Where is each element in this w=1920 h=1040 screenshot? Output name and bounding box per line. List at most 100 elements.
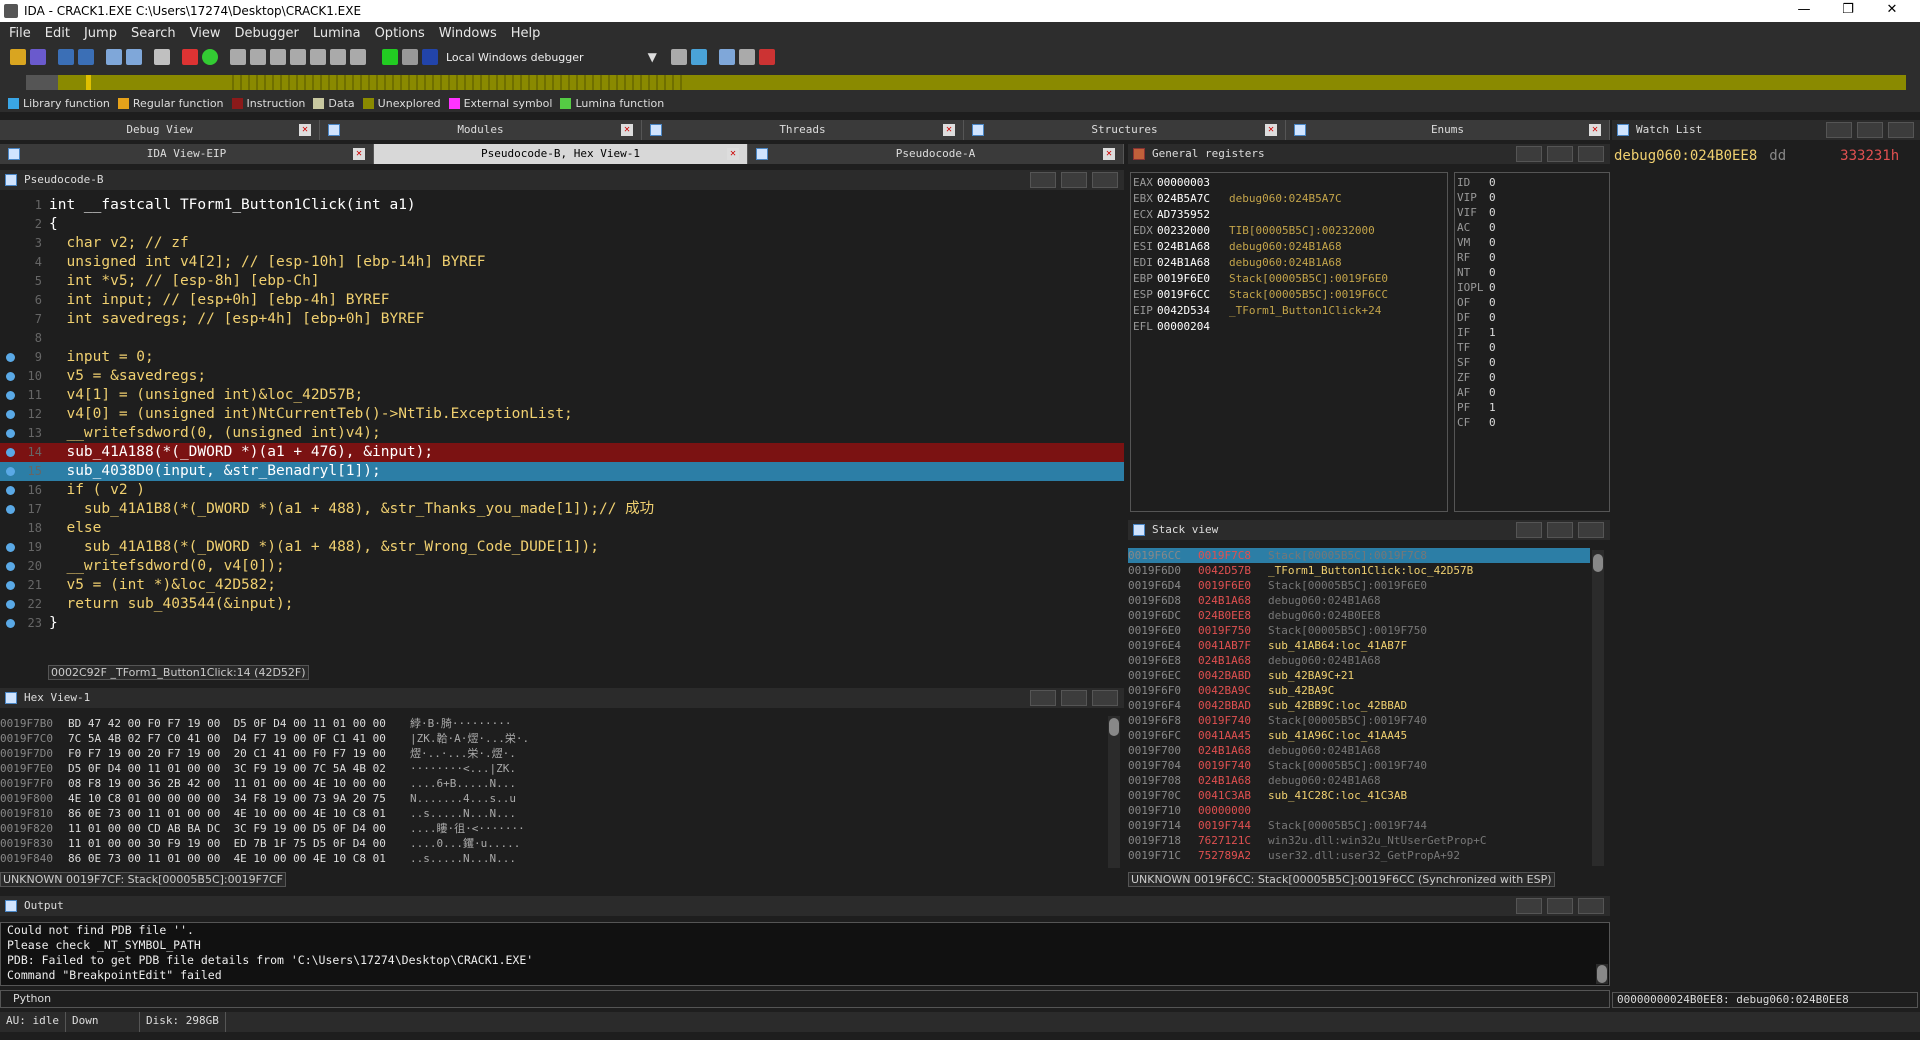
debugger-select[interactable]: Local Windows debugger [446,51,584,64]
undefine-icon[interactable] [270,49,286,65]
hex-row[interactable]: 0019F7D0 F0 F7 19 00 20 F7 19 00 20 C1 41… [0,746,1110,761]
close-tab-icon[interactable]: ✕ [1103,148,1115,160]
flag-row[interactable]: VIP 0 [1455,190,1609,205]
stack-row[interactable]: 0019F700 024B1A68 debug060:024B1A68 [1128,743,1590,758]
stack-row[interactable]: 0019F6EC 0042BABD sub_42BA9C+21 [1128,668,1590,683]
close-panel-icon[interactable] [1578,898,1604,914]
flag-value[interactable]: 1 [1489,326,1496,339]
code-line[interactable]: 10 v5 = &savedregs; [0,367,1124,386]
hex-row[interactable]: 0019F800 4E 10 C8 01 00 00 00 00 34 F8 19… [0,791,1110,806]
minimize-panel-icon[interactable] [1826,122,1852,138]
register-row[interactable]: ESP 0019F6CC Stack[00005B5C]:0019F6CC [1131,287,1447,303]
marker-icon[interactable] [182,49,198,65]
python-label[interactable]: Python [13,992,51,1005]
stack-row[interactable]: 0019F6E8 024B1A68 debug060:024B1A68 [1128,653,1590,668]
code-line[interactable]: 3 char v2; // zf [0,234,1124,253]
flags-list[interactable]: ID 0 VIP 0 VIF 0 AC 0 VM 0 RF 0 NT 0 IOPL 0 OF 0 DF 0 IF 1 TF 0… [1454,172,1610,512]
register-value[interactable]: 00232000 [1157,223,1229,239]
close-panel-icon[interactable] [1092,690,1118,706]
register-row[interactable]: EDX 00232000 TIB[00005B5C]:00232000 [1131,223,1447,239]
flag-value[interactable]: 0 [1489,221,1496,234]
stack-row[interactable]: 0019F6D8 024B1A68 debug060:024B1A68 [1128,593,1590,608]
code-line[interactable]: 14 sub_41A188(*(_DWORD *)(a1 + 476), &in… [0,443,1124,462]
flag-value[interactable]: 0 [1489,206,1496,219]
tab-pseudocode-b-hex-view[interactable]: Pseudocode-B, Hex View-1 ✕ [374,144,748,164]
stack-scrollbar[interactable] [1592,550,1604,866]
tab-debug-view[interactable]: Debug View ✕ [0,120,320,140]
menu-view[interactable]: View [190,26,221,41]
stop-icon[interactable] [422,49,438,65]
flag-value[interactable]: 0 [1489,341,1496,354]
code-line[interactable]: 17 sub_41A1B8(*(_DWORD *)(a1 + 488), &st… [0,500,1124,519]
python-command-bar[interactable]: Python [0,990,1610,1008]
edit-icon[interactable] [350,49,366,65]
menu-jump[interactable]: Jump [84,26,117,41]
stack-row[interactable]: 0019F6F4 0042BBAD sub_42BB9C:loc_42BBAD [1128,698,1590,713]
watch-list[interactable]: debug060:024B0EE8 dd 333231h [1612,148,1920,164]
float-panel-icon[interactable] [1547,146,1573,162]
flag-value[interactable]: 0 [1489,356,1496,369]
close-tab-icon[interactable]: ✕ [1589,124,1601,136]
hex-row[interactable]: 0019F820 11 01 00 00 CD AB BA DC 3C F9 19… [0,821,1110,836]
registers-list[interactable]: EAX 00000003 EBX 024B5A7C debug060:024B5A7C E… [1130,172,1448,512]
menu-debugger[interactable]: Debugger [234,26,298,41]
hex-dump[interactable]: 0019F7B0 BD 47 42 00 F0 F7 19 00 D5 0F D4… [0,716,1110,868]
hex-row[interactable]: 0019F840 86 0E 73 00 11 01 00 00 4E 10 00… [0,851,1110,866]
code-line[interactable]: 18 else [0,519,1124,538]
navigation-bar[interactable] [26,75,1906,90]
close-button[interactable]: ✕ [1870,0,1914,22]
register-row[interactable]: ESI 024B1A68 debug060:024B1A68 [1131,239,1447,255]
hex-row[interactable]: 0019F7E0 D5 0F D4 00 11 01 00 00 3C F9 19… [0,761,1110,776]
flag-row[interactable]: ID 0 [1455,175,1609,190]
graph-icon[interactable] [106,49,122,65]
close-tab-icon[interactable]: ✕ [1265,124,1277,136]
step-icon[interactable] [718,49,735,65]
pause-icon[interactable] [402,49,418,65]
minimize-button[interactable]: — [1782,0,1826,22]
hex-row[interactable]: 0019F830 11 01 00 00 30 F9 19 00 ED 7B 1F… [0,836,1110,851]
struct-icon[interactable] [290,49,306,65]
scroll-thumb[interactable] [1593,554,1603,572]
stack-row[interactable]: 0019F71C 752789A2 user32.dll:user32_GetPro… [1128,848,1590,863]
flag-value[interactable]: 1 [1489,401,1496,414]
float-panel-icon[interactable] [1547,898,1573,914]
code-line[interactable]: 16 if ( v2 ) [0,481,1124,500]
code-line[interactable]: 19 sub_41A1B8(*(_DWORD *)(a1 + 488), &st… [0,538,1124,557]
flag-row[interactable]: DF 0 [1455,310,1609,325]
register-row[interactable]: EBX 024B5A7C debug060:024B5A7C [1131,191,1447,207]
minimize-panel-icon[interactable] [1516,898,1542,914]
flag-row[interactable]: AC 0 [1455,220,1609,235]
register-value[interactable]: 0019F6E0 [1157,271,1229,287]
flag-row[interactable]: VM 0 [1455,235,1609,250]
float-panel-icon[interactable] [1061,690,1087,706]
close-tab-icon[interactable]: ✕ [943,124,955,136]
stack-row[interactable]: 0019F6CC 0019F7C8 Stack[00005B5C]:0019F7C8 [1128,548,1590,563]
flag-value[interactable]: 0 [1489,176,1496,189]
code-line[interactable]: 11 v4[1] = (unsigned int)&loc_42D57B; [0,386,1124,405]
close-panel-icon[interactable] [1578,522,1604,538]
stack-row[interactable]: 0019F6D0 0042D57B _TForm1_Button1Click:loc… [1128,563,1590,578]
menu-options[interactable]: Options [375,26,425,41]
patch-icon[interactable] [310,49,326,65]
open-icon[interactable] [10,49,26,65]
hex-row[interactable]: 0019F7C0 7C 5A 4B 02 F7 C0 41 00 D4 F7 19… [0,731,1110,746]
minimize-panel-icon[interactable] [1030,690,1056,706]
flag-value[interactable]: 0 [1489,191,1496,204]
flag-row[interactable]: IOPL 0 [1455,280,1609,295]
register-row[interactable]: EFL 00000204 [1131,319,1447,335]
stack-row[interactable]: 0019F6F0 0042BA9C sub_42BA9C [1128,683,1590,698]
register-value[interactable]: 00000204 [1157,319,1229,335]
minimize-panel-icon[interactable] [1516,522,1542,538]
stack-view[interactable]: 0019F6CC 0019F7C8 Stack[00005B5C]:0019F7C8… [1128,548,1590,866]
flag-row[interactable]: SF 0 [1455,355,1609,370]
code-line[interactable]: 22 return sub_403544(&input); [0,595,1124,614]
maximize-button[interactable]: ❐ [1826,0,1870,22]
flag-value[interactable]: 0 [1489,266,1496,279]
stack-row[interactable]: 0019F6DC 024B0EE8 debug060:024B0EE8 [1128,608,1590,623]
tab-modules[interactable]: Modules ✕ [320,120,642,140]
register-row[interactable]: ECX AD735952 [1131,207,1447,223]
menu-lumina[interactable]: Lumina [313,26,361,41]
tab-threads[interactable]: Threads ✕ [642,120,964,140]
flag-value[interactable]: 0 [1489,371,1496,384]
code-line[interactable]: 4 unsigned int v4[2]; // [esp-10h] [ebp-… [0,253,1124,272]
